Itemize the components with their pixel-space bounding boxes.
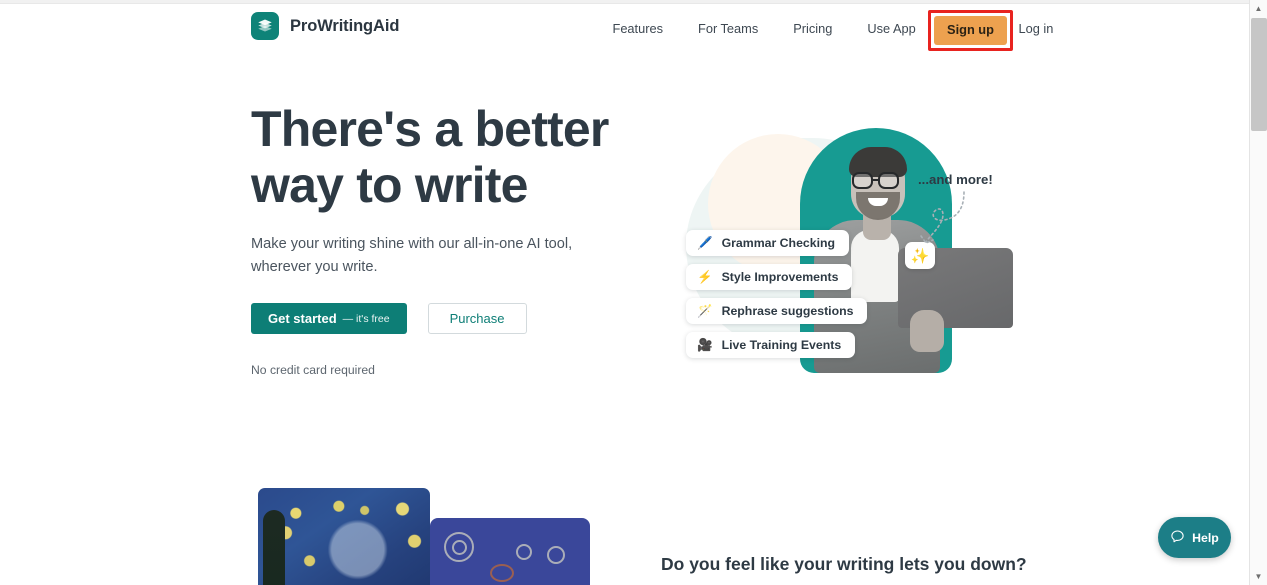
get-started-button[interactable]: Get started — it's free — [251, 303, 407, 334]
eyeglasses-right-lens-icon — [878, 172, 899, 189]
feature-pill-label: Style Improvements — [721, 270, 839, 284]
nav-link-features[interactable]: Features — [595, 22, 681, 36]
feature-pill-rephrase-suggestions[interactable]: 🪄 Rephrase suggestions — [686, 298, 868, 324]
feature-pill-label: Rephrase suggestions — [721, 304, 854, 318]
lightning-icon: ⚡ — [697, 269, 713, 284]
browser-top-strip — [0, 0, 1249, 4]
artwork-blue-swirl-card — [430, 518, 590, 585]
swirl-decoration — [452, 540, 467, 555]
feature-pill-label: Live Training Events — [721, 338, 842, 352]
swirl-decoration — [547, 546, 565, 564]
eyeglasses-left-lens-icon — [852, 172, 873, 189]
eyeglasses-bridge — [873, 179, 879, 181]
artwork-starry-night — [258, 488, 430, 585]
vertical-scrollbar[interactable]: ▲ ▼ — [1249, 0, 1267, 585]
purchase-button[interactable]: Purchase — [427, 303, 527, 334]
site-header: ProWritingAid Features For Teams Pricing… — [0, 5, 1249, 53]
lower-section-heading: Do you feel like your writing lets you d… — [661, 554, 1027, 574]
scrollbar-thumb[interactable] — [1251, 18, 1267, 131]
feature-pill-label: Grammar Checking — [721, 236, 836, 250]
help-widget-button[interactable]: Help — [1158, 517, 1231, 558]
scrollbar-up-arrow-icon[interactable]: ▲ — [1250, 0, 1267, 17]
feature-pill-style-improvements[interactable]: ⚡ Style Improvements — [686, 264, 853, 290]
feature-pill-live-training-events[interactable]: 🎥 Live Training Events — [686, 332, 856, 358]
magic-wand-icon: 🪄 — [697, 303, 713, 318]
hero-cta-row: Get started — it's free Purchase — [251, 303, 527, 334]
starry-night-cypress-tree — [263, 510, 285, 585]
page-canvas: ProWritingAid Features For Teams Pricing… — [0, 5, 1249, 585]
brand-logo-link[interactable]: ProWritingAid — [251, 12, 399, 40]
brand-name: ProWritingAid — [290, 16, 400, 35]
book-pages-icon — [251, 12, 279, 40]
nav-link-for-teams[interactable]: For Teams — [681, 22, 776, 36]
hero-subheading: Make your writing shine with our all-in-… — [251, 236, 573, 275]
help-widget-label: Help — [1192, 530, 1219, 545]
nav-link-use-app[interactable]: Use App — [850, 22, 933, 36]
curly-dotted-arrow-icon — [920, 191, 965, 244]
get-started-label: Get started — [268, 311, 337, 326]
and-more-annotation: ...and more! — [918, 172, 993, 187]
chat-bubble-icon — [1170, 529, 1185, 547]
hero-illustration: ✨ ...and more! 🖊️ Grammar Checking ⚡ Sty… — [660, 110, 1013, 385]
pencil-icon: 🖊️ — [697, 235, 713, 250]
person-hand — [910, 310, 944, 352]
scrollbar-down-arrow-icon[interactable]: ▼ — [1250, 568, 1267, 585]
signup-button[interactable]: Sign up — [934, 16, 1007, 45]
feature-pill-list: 🖊️ Grammar Checking ⚡ Style Improvements… — [686, 230, 868, 358]
swirl-decoration — [490, 564, 514, 582]
get-started-suffix: — it's free — [342, 312, 390, 325]
feature-pill-grammar-checking[interactable]: 🖊️ Grammar Checking — [686, 230, 850, 256]
hero-heading: There's a better way to write — [251, 101, 609, 213]
video-camera-icon: 🎥 — [697, 337, 713, 352]
no-credit-card-note: No credit card required — [251, 363, 375, 377]
nav-link-pricing[interactable]: Pricing — [776, 22, 850, 36]
swirl-decoration — [516, 544, 532, 560]
